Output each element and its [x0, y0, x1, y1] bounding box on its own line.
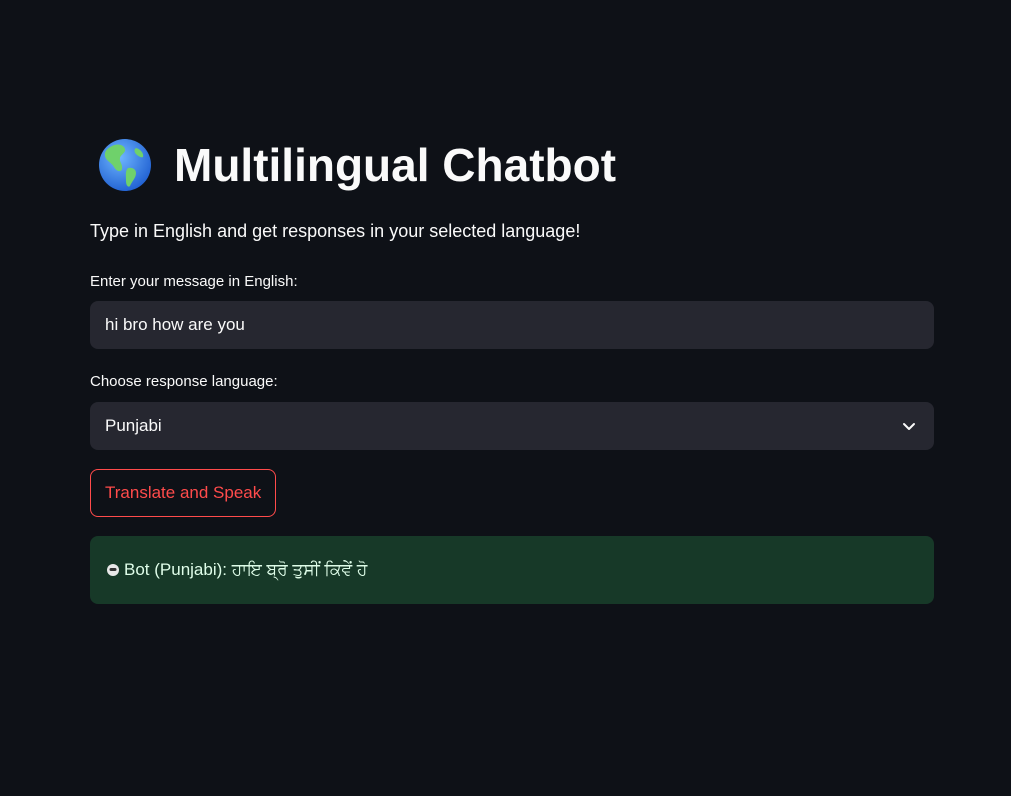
page-title-text: Multilingual Chatbot	[174, 139, 617, 191]
language-select-value: Punjabi	[105, 416, 162, 435]
page-subtitle: Type in English and get responses in you…	[90, 221, 581, 241]
message-input[interactable]: hi bro how are you	[90, 301, 934, 349]
message-input-value: hi bro how are you	[105, 315, 245, 334]
page-title: Multilingual Chatbot	[98, 138, 616, 192]
bot-response-text: Bot (Punjabi): ਹਾਇ ਬ੍ਰੋ ਤੁਸੀਂ ਕਿਵੇਂ ਹੋ	[124, 560, 368, 579]
chevron-down-icon[interactable]	[901, 418, 917, 434]
bot-face-icon	[107, 564, 119, 576]
translate-and-speak-label: Translate and Speak	[105, 483, 262, 502]
bot-response-alert: Bot (Punjabi): ਹਾਇ ਬ੍ਰੋ ਤੁਸੀਂ ਕਿਵੇਂ ਹੋ	[90, 536, 934, 604]
language-select-label: Choose response language:	[90, 373, 278, 390]
globe-americas-icon	[99, 139, 151, 191]
message-input-label: Enter your message in English:	[90, 273, 298, 290]
language-select[interactable]: Punjabi	[90, 402, 934, 450]
translate-and-speak-button[interactable]: Translate and Speak	[90, 469, 277, 517]
